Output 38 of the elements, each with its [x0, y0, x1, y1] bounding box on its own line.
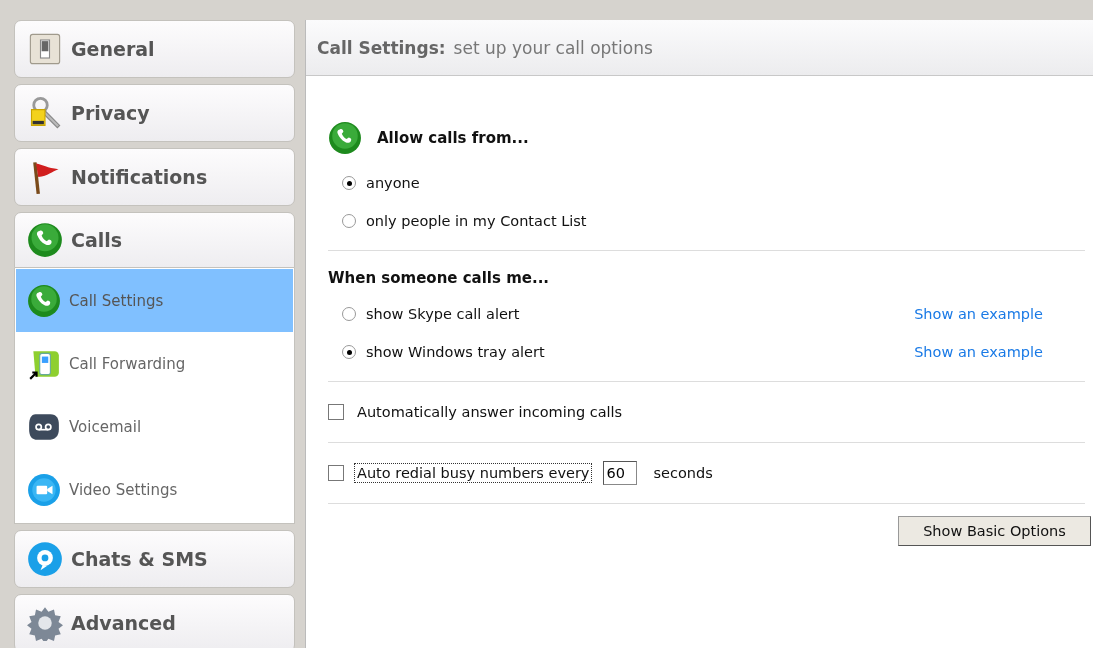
show-basic-options-button[interactable]: Show Basic Options: [898, 516, 1091, 546]
sidebar-item[interactable]: Video Settings: [16, 458, 293, 521]
radio-button[interactable]: [342, 214, 356, 228]
gear-icon: [27, 605, 63, 641]
section-heading: When someone calls me...: [328, 269, 550, 287]
sidebar-item[interactable]: Voicemail: [16, 395, 293, 458]
number-field[interactable]: 60: [603, 461, 638, 485]
radio-button[interactable]: [342, 307, 356, 321]
sidebar-section[interactable]: General: [14, 20, 295, 78]
phone-icon: [27, 283, 61, 318]
sidebar-section[interactable]: Advanced: [14, 594, 295, 648]
radio-option[interactable]: show Skype call alert: [342, 306, 520, 322]
phone-icon: [27, 222, 63, 258]
radio-button[interactable]: [342, 176, 356, 190]
show-example-link[interactable]: Show an example: [914, 306, 1043, 322]
radio-option[interactable]: only people in my Contact List: [342, 213, 587, 229]
checkbox[interactable]: [328, 404, 344, 420]
section-heading: Allow calls from...: [377, 129, 529, 147]
chat-bubble-icon: [27, 541, 63, 577]
checkbox[interactable]: [328, 465, 344, 481]
checkbox-label[interactable]: Auto redial busy numbers every: [354, 463, 593, 483]
show-example-link[interactable]: Show an example: [914, 344, 1043, 360]
switch-icon: [27, 31, 63, 67]
sidebar-section[interactable]: Calls: [14, 212, 295, 268]
panel-subtitle: set up your call options: [453, 37, 653, 58]
sidebar-section[interactable]: Notifications: [14, 148, 295, 206]
radio-button[interactable]: [342, 345, 356, 359]
sidebar-section[interactable]: Privacy: [14, 84, 295, 142]
sidebar-section[interactable]: Chats & SMS: [14, 530, 295, 588]
video-camera-icon: [27, 472, 61, 507]
panel-title: Call Settings:: [317, 37, 446, 58]
radio-option[interactable]: anyone: [342, 175, 420, 191]
sidebar-item[interactable]: Call Forwarding: [16, 332, 293, 395]
radio-option[interactable]: show Windows tray alert: [342, 344, 545, 360]
sidebar-item[interactable]: Call Settings: [16, 269, 293, 332]
checkbox-label[interactable]: Automatically answer incoming calls: [354, 402, 626, 422]
phone-icon: [328, 121, 362, 155]
unit-label: seconds: [653, 465, 713, 481]
